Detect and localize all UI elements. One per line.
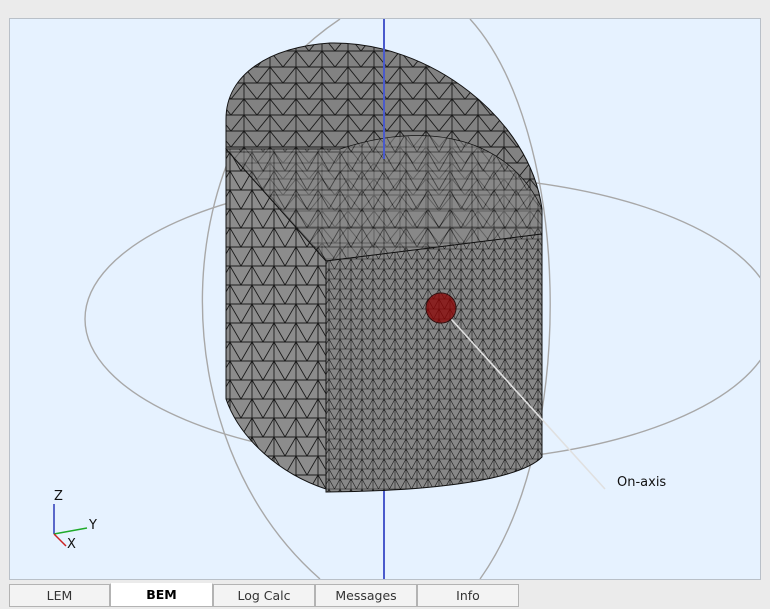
annotation-on-axis: On-axis (617, 475, 667, 490)
triad-x-label: X (67, 537, 76, 552)
app-window: On-axis Z Y X LEM BEM Log Calc Messages … (0, 0, 770, 609)
bottom-tab-bar: LEM BEM Log Calc Messages Info (9, 583, 769, 608)
tab-messages[interactable]: Messages (315, 584, 417, 607)
tab-log-calc[interactable]: Log Calc (213, 584, 315, 607)
tab-lem[interactable]: LEM (9, 584, 110, 607)
triad-y-label: Y (89, 518, 97, 533)
mesh-view (53, 19, 760, 579)
tab-info[interactable]: Info (417, 584, 519, 607)
bem-3d-viewport[interactable]: On-axis Z Y X (9, 18, 761, 580)
triad-z-label: Z (54, 489, 63, 504)
tab-bem[interactable]: BEM (110, 583, 213, 607)
mesh-front-face (325, 233, 543, 493)
